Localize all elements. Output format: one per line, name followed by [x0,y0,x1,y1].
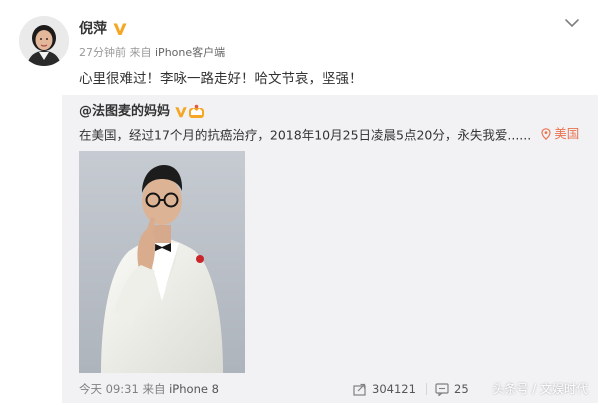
toutiao-watermark: 头条号 / 文娱时代 [492,380,588,397]
author-name[interactable]: 倪萍 [79,20,107,38]
location-tag[interactable]: 美国 [541,125,579,142]
repost-text: 在美国，经过17个月的抗癌治疗，2018年10月25日凌晨5点20分，永失我爱.… [79,127,532,143]
post-time[interactable]: 27分钟前 [79,46,126,59]
comment-button[interactable]: 25 [435,379,469,399]
repost-author[interactable]: @法图麦的妈妈 [79,103,170,120]
footer-divider [426,383,427,395]
member-crown-icon [189,104,205,118]
post-meta: 27分钟前 来自 iPhone客户端 [79,46,225,60]
watermark-text: 头条号 / 文娱时代 [492,382,588,396]
portrait-photo-image [79,151,245,373]
comment-icon [435,382,449,396]
source-prefix: 来自 [129,46,152,59]
weibo-post: 倪萍 27分钟前 来自 iPhone客户端 心里很难过！李咏一路走好！哈文节哀，… [0,0,598,403]
source-device: iPhone客户端 [155,46,226,59]
location-pin-icon [541,127,551,140]
post-text: 心里很难过！李咏一路走好！哈文节哀，坚强！ [79,71,363,87]
repost-author-row: @法图麦的妈妈 [79,103,205,120]
repost-card[interactable]: @法图麦的妈妈 在美国，经过17个月的抗癌治疗，2018年10月25日凌晨5点2… [62,95,598,403]
verified-v-badge-icon [113,23,127,35]
repost-source-device: iPhone 8 [169,382,219,396]
share-icon [353,383,366,396]
share-count: 304121 [372,382,416,396]
repost-time[interactable]: 今天 09:31 [79,382,139,396]
repost-footer-meta: 今天 09:31 来自 iPhone 8 [79,379,219,399]
location-label: 美国 [554,126,580,141]
author-avatar[interactable] [19,16,69,66]
verified-v-badge-icon [175,106,187,117]
user-avatar-photo [19,16,69,66]
repost-photo[interactable] [79,151,245,373]
author-name-row: 倪萍 [79,20,128,38]
repost-author-badges [174,104,205,119]
share-button[interactable]: 304121 [353,379,416,399]
repost-source-prefix: 来自 [142,382,166,396]
repost-text-row: 在美国，经过17个月的抗癌治疗，2018年10月25日凌晨5点20分，永失我爱.… [79,125,579,144]
chevron-down-icon[interactable] [564,17,580,29]
comment-count: 25 [454,382,469,396]
